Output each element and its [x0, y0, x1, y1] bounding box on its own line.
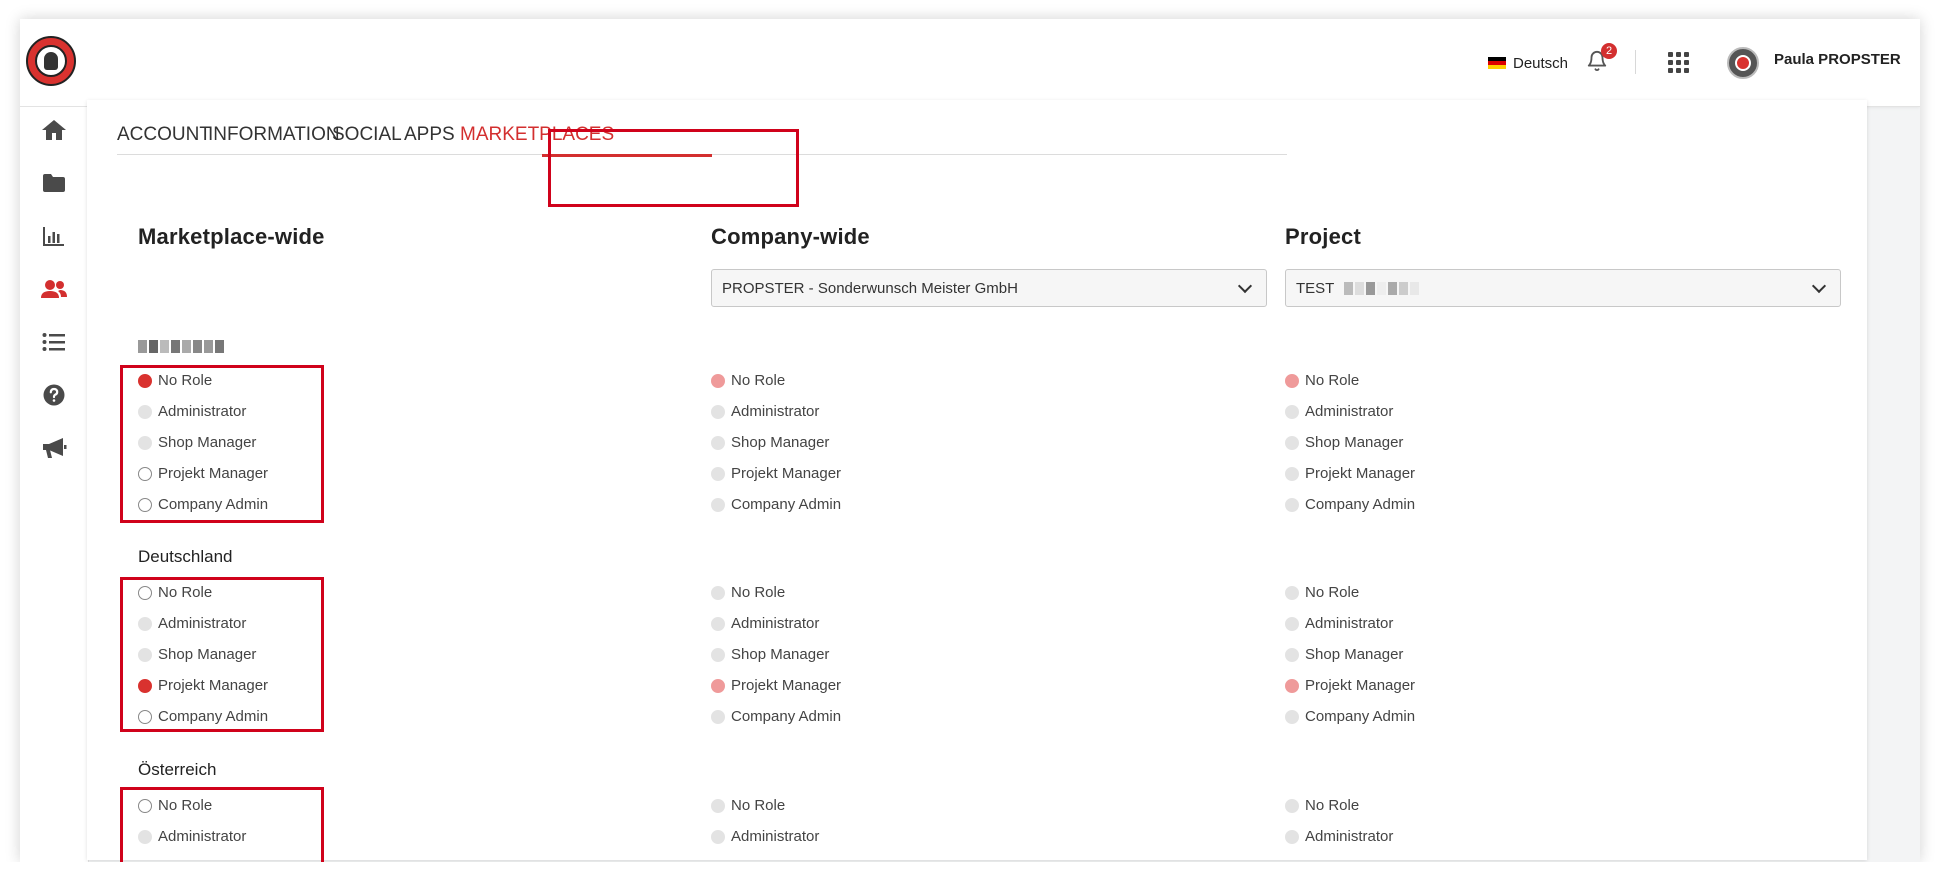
project-g2-projekt-manager: Projekt Manager [1285, 677, 1415, 694]
company-select[interactable]: PROPSTER - Sonderwunsch Meister GmbH [711, 269, 1267, 307]
company-logo[interactable] [26, 36, 76, 86]
project-g2-company-admin: Company Admin [1285, 708, 1415, 725]
project-g1-no-role: No Role [1285, 372, 1359, 389]
company-g3-no-role: No Role [711, 797, 785, 814]
radio-inherited-selected [711, 678, 725, 693]
sidebar-item-projects[interactable] [37, 168, 71, 198]
megaphone-icon [43, 438, 67, 458]
project-g2-no-role: No Role [1285, 584, 1359, 601]
bar-chart-icon [43, 227, 64, 246]
list-icon [42, 333, 65, 351]
radio-disabled [138, 404, 152, 419]
marketplace-g2-administrator[interactable]: Administrator [138, 615, 246, 632]
sidebar-item-announcements[interactable] [37, 433, 71, 463]
sidebar [20, 107, 89, 862]
marketplace-g1-projekt-manager[interactable]: Projekt Manager [138, 465, 268, 482]
marketplace-g1-shop-manager[interactable]: Shop Manager [138, 434, 256, 451]
project-select-value: TEST [1296, 279, 1335, 297]
marketplace-g2-projekt-manager[interactable]: Projekt Manager [138, 677, 268, 694]
highlight-box-marketplaces-tab [548, 129, 799, 207]
group-label-oesterreich: Österreich [138, 760, 217, 779]
company-g2-shop-manager: Shop Manager [711, 646, 829, 663]
radio-unselected[interactable] [138, 709, 152, 724]
profile-card: ACCOUNT INFORMATION SOCIAL APPS MARKETPL… [87, 100, 1867, 860]
language-label: Deutsch [1513, 54, 1569, 72]
project-g2-administrator: Administrator [1285, 615, 1393, 632]
project-g3-no-role: No Role [1285, 797, 1359, 814]
marketplace-g3-no-role[interactable]: No Role [138, 797, 212, 814]
marketplace-g1-company-admin[interactable]: Company Admin [138, 496, 268, 513]
radio-selected[interactable] [138, 373, 152, 388]
top-bar: Deutsch 2 Paula PROPSTER [20, 19, 1920, 107]
radio-selected[interactable] [138, 678, 152, 693]
radio-unselected[interactable] [138, 585, 152, 600]
marketplace-g1-administrator[interactable]: Administrator [138, 403, 246, 420]
company-g2-no-role: No Role [711, 584, 785, 601]
notification-badge: 2 [1601, 43, 1617, 59]
divider [1635, 50, 1636, 74]
company-g2-administrator: Administrator [711, 615, 819, 632]
marketplace-g2-no-role[interactable]: No Role [138, 584, 212, 601]
company-g3-administrator: Administrator [711, 828, 819, 845]
tab-apps[interactable]: APPS [404, 124, 455, 146]
company-g1-administrator: Administrator [711, 403, 819, 420]
company-wide-title: Company-wide [711, 224, 870, 249]
sidebar-item-users[interactable] [37, 274, 71, 304]
radio-inherited-selected [1285, 373, 1299, 388]
company-g1-no-role: No Role [711, 372, 785, 389]
company-g1-shop-manager: Shop Manager [711, 434, 829, 451]
sidebar-item-help[interactable] [37, 380, 71, 410]
tab-account[interactable]: ACCOUNT [117, 124, 211, 146]
project-title: Project [1285, 224, 1361, 249]
marketplace-g3-administrator[interactable]: Administrator [138, 828, 246, 845]
language-selector[interactable]: Deutsch [1488, 51, 1568, 75]
group-label-redacted [138, 336, 224, 356]
company-g1-company-admin: Company Admin [711, 496, 841, 513]
sidebar-item-reports[interactable] [37, 221, 71, 251]
marketplace-g2-company-admin[interactable]: Company Admin [138, 708, 268, 725]
project-g3-administrator: Administrator [1285, 828, 1393, 845]
apps-grid-icon[interactable] [1668, 52, 1689, 73]
company-select-value: PROPSTER - Sonderwunsch Meister GmbH [722, 279, 1018, 297]
home-icon [42, 120, 66, 140]
marketplace-wide-title: Marketplace-wide [138, 224, 325, 249]
radio-disabled [138, 435, 152, 450]
sidebar-item-list[interactable] [37, 327, 71, 357]
avatar[interactable] [1727, 47, 1759, 79]
project-g1-administrator: Administrator [1285, 403, 1393, 420]
notifications-button[interactable]: 2 [1586, 43, 1617, 77]
redacted-text [138, 340, 224, 354]
german-flag-icon [1488, 57, 1506, 69]
redacted-text [1344, 282, 1420, 296]
page-bottom-margin [0, 862, 1943, 884]
tab-information[interactable]: INFORMATION [208, 124, 340, 146]
user-name[interactable]: Paula PROPSTER [1774, 51, 1901, 68]
company-g2-projekt-manager: Projekt Manager [711, 677, 841, 694]
chevron-down-icon [1811, 278, 1827, 294]
project-g2-shop-manager: Shop Manager [1285, 646, 1403, 663]
users-icon [41, 280, 67, 298]
project-g1-projekt-manager: Projekt Manager [1285, 465, 1415, 482]
radio-unselected[interactable] [138, 497, 152, 512]
radio-unselected[interactable] [138, 798, 152, 813]
folder-icon [43, 174, 65, 192]
company-g1-projekt-manager: Projekt Manager [711, 465, 841, 482]
group-label-deutschland: Deutschland [138, 547, 233, 566]
project-select[interactable]: TEST [1285, 269, 1841, 307]
chevron-down-icon [1237, 278, 1253, 294]
radio-inherited-selected [1285, 678, 1299, 693]
project-g1-company-admin: Company Admin [1285, 496, 1415, 513]
radio-unselected[interactable] [138, 466, 152, 481]
radio-inherited-selected [711, 373, 725, 388]
project-g1-shop-manager: Shop Manager [1285, 434, 1403, 451]
marketplace-g2-shop-manager[interactable]: Shop Manager [138, 646, 256, 663]
company-g2-company-admin: Company Admin [711, 708, 841, 725]
marketplace-g1-no-role[interactable]: No Role [138, 372, 212, 389]
tab-social[interactable]: SOCIAL [332, 124, 402, 146]
sidebar-item-home[interactable] [37, 115, 71, 145]
help-icon [43, 384, 65, 406]
